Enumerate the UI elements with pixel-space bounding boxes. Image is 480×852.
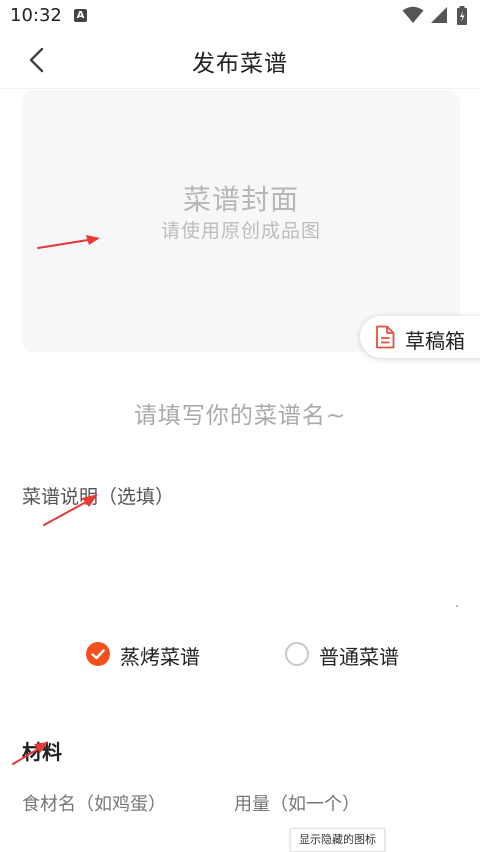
signal-icon bbox=[431, 7, 447, 23]
recipe-type-steam-label: 蒸烤菜谱 bbox=[120, 645, 200, 669]
recipe-name-input[interactable]: 请填写你的菜谱名~ bbox=[0, 396, 480, 430]
cover-title: 菜谱封面 bbox=[182, 183, 299, 216]
ingredient-quantity-input[interactable]: 用量（如一个） bbox=[234, 790, 360, 816]
status-icons bbox=[402, 6, 472, 26]
scroll-indicator bbox=[456, 605, 458, 607]
annotation-arrow-icon bbox=[43, 494, 98, 526]
tooltip: 显示隐藏的图标 bbox=[290, 828, 385, 852]
status-bar: 10:32 A bbox=[0, 0, 480, 32]
notification-icon: A bbox=[74, 9, 87, 22]
draft-box-label: 草稿箱 bbox=[405, 329, 465, 353]
draft-box-button[interactable]: 草稿箱 bbox=[360, 316, 480, 358]
unchecked-radio-icon bbox=[285, 642, 309, 666]
app-bar: 发布菜谱 bbox=[0, 32, 480, 89]
document-icon bbox=[376, 325, 395, 349]
annotation-arrow-icon bbox=[37, 235, 100, 249]
annotation-arrow-icon bbox=[12, 742, 48, 765]
ingredient-name-input[interactable]: 食材名（如鸡蛋） bbox=[22, 790, 166, 816]
cover-upload-area[interactable]: 菜谱封面 请使用原创成品图 bbox=[22, 90, 460, 352]
recipe-type-normal-label: 普通菜谱 bbox=[319, 645, 399, 669]
status-time: 10:32 bbox=[10, 5, 62, 26]
recipe-type-normal-option[interactable]: 普通菜谱 bbox=[285, 640, 415, 670]
checked-radio-icon bbox=[86, 642, 110, 666]
wifi-icon bbox=[402, 6, 424, 23]
recipe-type-steam-option[interactable]: 蒸烤菜谱 bbox=[86, 640, 216, 670]
battery-icon bbox=[457, 6, 467, 25]
page-title: 发布菜谱 bbox=[192, 51, 288, 77]
